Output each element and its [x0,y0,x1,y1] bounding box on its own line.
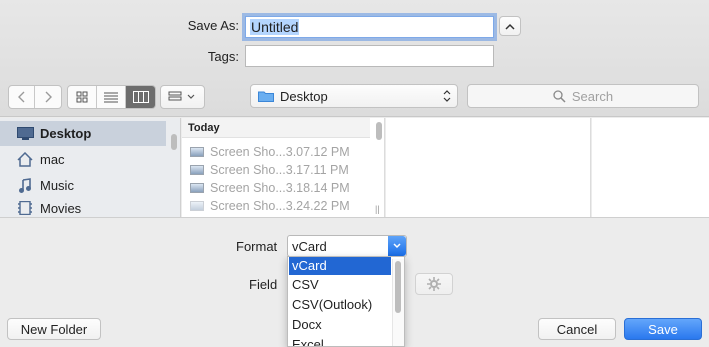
empty-column [592,118,709,217]
format-option[interactable]: vCard [289,257,391,275]
format-option[interactable]: Docx [289,316,391,334]
save-header: Save As: Untitled Tags: Desktop Search [0,0,709,117]
search-field[interactable]: Search [467,84,699,108]
file-item[interactable]: Screen Sho...3.07.12 PM [190,143,350,161]
image-file-icon [190,201,204,211]
format-value: vCard [292,239,327,254]
tags-field[interactable] [245,45,494,67]
columns-icon [132,91,149,103]
save-as-value: Untitled [250,19,300,35]
format-menu-scrollbar[interactable] [395,261,401,313]
chevron-right-icon [45,91,52,103]
file-item[interactable]: Screen Sho...3.18.14 PM [190,179,350,197]
field-settings-button[interactable] [415,273,453,295]
music-note-icon [16,177,34,194]
tags-label: Tags: [207,49,239,64]
list-view-button[interactable] [97,86,126,108]
chevron-left-icon [17,91,24,103]
sidebar-item-label: Desktop [40,126,92,141]
save-as-field[interactable]: Untitled [245,16,494,38]
format-option[interactable]: CSV [289,276,391,294]
file-name: Screen Sho...3.17.11 PM [210,163,349,177]
field-label: Field [249,277,278,292]
sidebar-scrollbar[interactable] [171,134,177,150]
sidebar-item-movies[interactable]: Movies [0,199,166,217]
format-menu: vCard CSV CSV(Outlook) Docx Excel [287,256,405,347]
chevron-down-icon [393,243,401,249]
file-item[interactable]: Screen Sho...3.17.11 PM [190,161,349,179]
grid-icon [76,91,88,103]
file-item[interactable]: Screen Sho...3.24.22 PM [190,197,350,215]
sidebar-item-desktop[interactable]: Desktop [0,121,166,146]
sidebar-item-label: Music [40,178,74,193]
sidebar-item-music[interactable]: Music [0,173,166,198]
grid-dropdown-icon [168,91,194,101]
save-label: Save [648,321,678,337]
back-button[interactable] [9,86,35,108]
new-folder-button[interactable]: New Folder [7,318,101,340]
file-name: Screen Sho...3.24.22 PM [210,199,350,213]
group-view-button[interactable] [160,85,205,109]
file-name: Screen Sho...3.07.12 PM [210,145,350,159]
folder-icon [258,91,274,102]
group-header: Today [182,118,370,138]
updown-chevron-icon [443,90,451,102]
format-option[interactable]: Excel [289,336,391,346]
home-icon [16,152,34,168]
cancel-button[interactable]: Cancel [538,318,616,340]
file-column: Today Screen Sho...3.07.12 PM Screen Sho… [182,118,385,217]
sidebar-item-mac[interactable]: mac [0,147,166,172]
image-file-icon [190,165,204,175]
sidebar: Desktop mac Music Movies [0,118,181,217]
gear-icon [427,277,441,291]
chevron-up-icon [505,23,515,30]
format-option[interactable]: CSV(Outlook) [289,296,391,314]
film-icon [16,200,34,216]
file-name: Screen Sho...3.18.14 PM [210,181,350,195]
column-view-button[interactable] [126,86,155,108]
popup-arrow [388,236,406,256]
icon-view-button[interactable] [68,86,97,108]
location-value: Desktop [280,88,328,104]
cancel-label: Cancel [556,321,598,337]
preview-column [386,118,591,217]
list-icon [104,92,118,103]
history-nav [8,85,62,109]
file-column-scrollbar[interactable] [376,122,382,140]
format-label: Format [236,239,278,254]
image-file-icon [190,183,204,193]
new-folder-label: New Folder [20,321,88,337]
image-file-icon [190,147,204,157]
desktop-icon [16,126,34,142]
search-placeholder: Search [571,88,614,104]
location-popup[interactable]: Desktop [250,84,458,108]
collapse-button[interactable] [499,16,521,36]
save-as-label: Save As: [187,18,239,33]
column-resize-handle[interactable]: || [375,204,380,214]
save-button[interactable]: Save [624,318,702,340]
format-popup[interactable]: vCard [287,235,407,257]
sidebar-item-label: Movies [40,200,82,216]
search-icon [553,89,566,103]
sidebar-item-label: mac [40,152,65,167]
view-mode-control [67,85,156,109]
forward-button[interactable] [35,86,61,108]
